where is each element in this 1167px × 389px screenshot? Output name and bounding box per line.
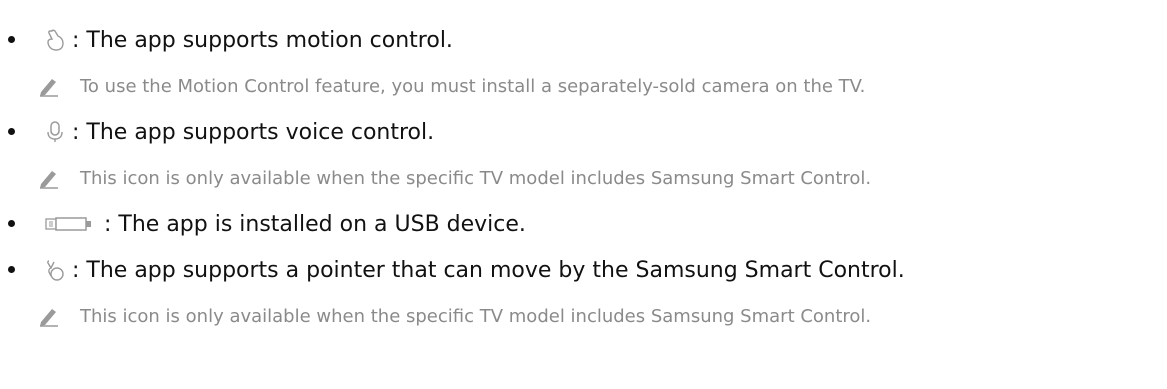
item-label: : The app is installed on a USB device. <box>104 211 526 237</box>
pencil-icon <box>38 167 60 189</box>
pencil-icon <box>38 75 60 97</box>
bullet <box>8 128 15 135</box>
motion-hand-icon <box>44 28 66 52</box>
item-label: : The app supports motion control. <box>72 27 453 53</box>
item-text-row: : The app supports a pointer that can mo… <box>44 258 905 283</box>
note: This icon is only available when the spe… <box>0 296 1167 336</box>
microphone-icon <box>44 120 66 144</box>
bullet <box>8 36 15 43</box>
usb-icon <box>44 212 96 236</box>
list-item: : The app supports motion control. <box>0 20 1167 60</box>
item-text-row: : The app is installed on a USB device. <box>44 212 526 237</box>
bullet <box>8 266 15 273</box>
item-label: : The app supports voice control. <box>72 119 435 145</box>
list-item: : The app supports voice control. <box>0 112 1167 152</box>
pencil-icon <box>38 305 60 327</box>
item-text-row: : The app supports voice control. <box>44 120 434 145</box>
bullet <box>8 220 15 227</box>
list-item: : The app supports a pointer that can mo… <box>0 250 1167 290</box>
pointer-icon <box>44 258 66 282</box>
note: This icon is only available when the spe… <box>0 158 1167 198</box>
note: To use the Motion Control feature, you m… <box>0 66 1167 106</box>
item-text-row: : The app supports motion control. <box>44 28 453 53</box>
item-label: : The app supports a pointer that can mo… <box>72 257 905 283</box>
list-item: : The app is installed on a USB device. <box>0 204 1167 244</box>
note-text: This icon is only available when the spe… <box>80 305 872 327</box>
note-text: This icon is only available when the spe… <box>80 167 872 189</box>
note-text: To use the Motion Control feature, you m… <box>80 75 866 97</box>
